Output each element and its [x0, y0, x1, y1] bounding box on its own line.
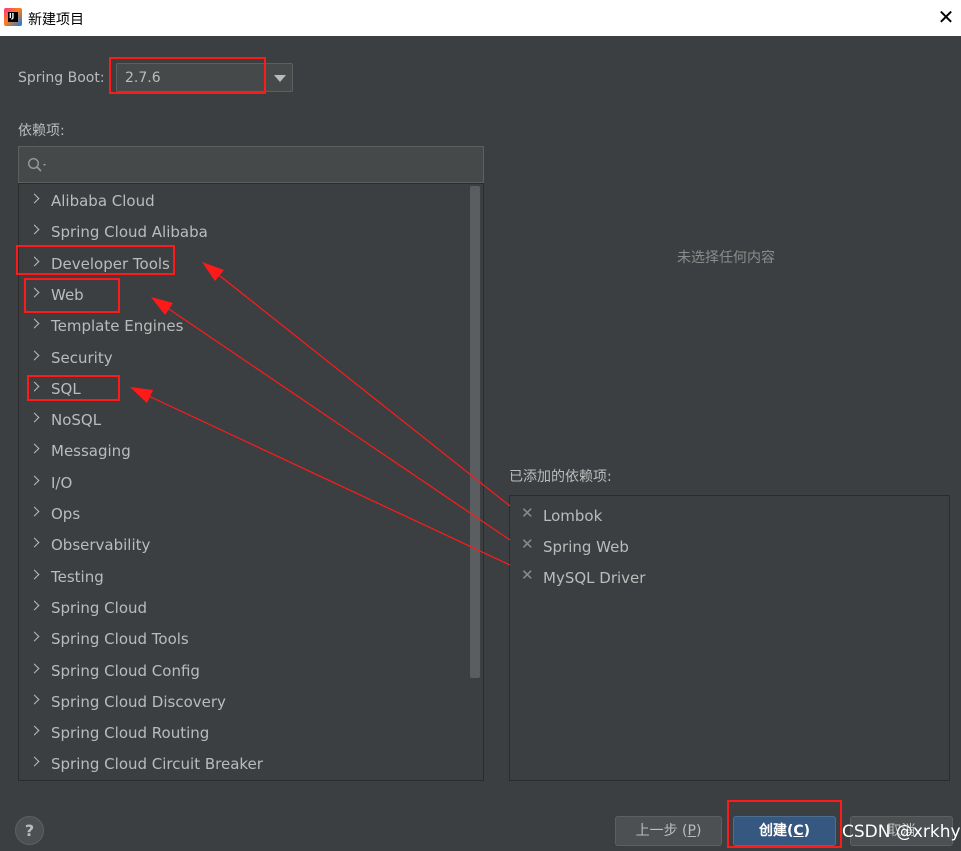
chevron-right-icon[interactable]: [29, 537, 40, 548]
chevron-right-icon[interactable]: [29, 631, 40, 642]
chevron-right-icon[interactable]: [29, 412, 40, 423]
window-title: 新建项目: [28, 12, 84, 28]
tree-category-item[interactable]: Spring Cloud Config: [19, 655, 469, 686]
tree-category-label: Spring Cloud Discovery: [51, 692, 226, 711]
tree-category-label: Spring Cloud Config: [51, 661, 200, 680]
chevron-right-icon[interactable]: [29, 443, 40, 454]
chevron-right-icon[interactable]: [29, 287, 40, 298]
tree-category-label: Alibaba Cloud: [51, 192, 155, 210]
previous-button[interactable]: 上一步 (P): [615, 816, 722, 846]
chevron-right-icon[interactable]: [29, 506, 40, 517]
added-dependency-item: ✕ MySQL Driver: [510, 561, 940, 592]
create-button[interactable]: 创建(C): [733, 816, 836, 846]
dropdown-arrow-icon[interactable]: [265, 64, 292, 91]
chevron-right-icon[interactable]: [29, 318, 40, 329]
added-dependencies-label: 已添加的依赖项:: [509, 469, 612, 485]
title-bar: IJ 新建项目 ✕: [0, 0, 961, 36]
tree-category-item[interactable]: Spring Cloud Circuit Breaker: [19, 748, 469, 779]
tree-category-label: Observability: [51, 536, 151, 555]
tree-category-item[interactable]: Observability: [19, 529, 469, 560]
chevron-right-icon[interactable]: [29, 600, 40, 611]
chevron-right-icon[interactable]: [29, 350, 40, 360]
chevron-right-icon[interactable]: [29, 569, 40, 580]
tree-scrollbar[interactable]: [470, 184, 482, 780]
spring-boot-version-value: 2.7.6: [125, 70, 161, 86]
spring-boot-label: Spring Boot:: [18, 70, 105, 86]
close-icon[interactable]: ✕: [931, 0, 961, 36]
tree-category-label: Ops: [51, 505, 81, 523]
tree-category-item[interactable]: Developer Tools: [19, 248, 469, 279]
tree-category-item[interactable]: Spring Cloud: [19, 592, 469, 623]
tree-category-label: Security: [51, 348, 113, 367]
chevron-right-icon[interactable]: [29, 756, 40, 767]
tree-category-item[interactable]: Spring Cloud Tools: [19, 623, 469, 654]
tree-category-label: NoSQL: [51, 411, 102, 430]
chevron-right-icon[interactable]: [29, 663, 40, 673]
chevron-right-icon[interactable]: [29, 193, 40, 204]
tree-category-label: Spring Cloud Tools: [51, 630, 189, 649]
remove-dependency-icon[interactable]: ✕: [521, 566, 534, 584]
intellij-idea-icon: IJ: [4, 8, 22, 26]
tree-category-label: Spring Cloud Circuit Breaker: [51, 755, 263, 774]
tree-category-item[interactable]: Spring Cloud Routing: [19, 717, 469, 748]
tree-category-label: Spring Cloud Alibaba: [51, 223, 208, 242]
added-dependency-label: MySQL Driver: [543, 569, 646, 587]
tree-category-item[interactable]: Messaging: [19, 435, 469, 466]
added-dependencies-list: ✕ Lombok ✕ Spring Web ✕ MySQL Driver: [509, 495, 950, 781]
added-dependency-item: ✕ Spring Web: [510, 530, 940, 561]
chevron-right-icon[interactable]: [29, 475, 40, 486]
added-dependency-item: ✕ Lombok: [510, 499, 940, 530]
tree-category-label: Messaging: [51, 442, 131, 461]
dependency-category-tree[interactable]: Alibaba Cloud Spring Cloud Alibaba Develop…: [18, 183, 484, 781]
tree-category-item[interactable]: SQL: [19, 373, 469, 404]
chevron-right-icon[interactable]: [29, 694, 40, 705]
search-icon: [27, 157, 46, 172]
remove-dependency-icon[interactable]: ✕: [521, 535, 534, 553]
chevron-right-icon[interactable]: [29, 381, 40, 392]
chevron-right-icon[interactable]: [29, 725, 40, 736]
tree-category-item[interactable]: Template Engines: [19, 310, 469, 341]
tree-category-label: Developer Tools: [51, 254, 170, 273]
tree-category-label: I/O: [51, 473, 73, 492]
help-button[interactable]: ?: [15, 816, 44, 845]
tree-category-label: Spring Cloud Routing: [51, 724, 210, 743]
tree-category-label: SQL: [51, 379, 81, 398]
added-dependency-label: Spring Web: [543, 538, 629, 556]
tree-category-item[interactable]: Ops: [19, 498, 469, 529]
tree-category-item[interactable]: NoSQL: [19, 404, 469, 435]
tree-category-item[interactable]: Testing: [19, 561, 469, 592]
tree-category-item[interactable]: Security: [19, 342, 469, 373]
tree-category-item[interactable]: Alibaba Cloud: [19, 185, 469, 216]
dependencies-label: 依赖项:: [18, 123, 65, 139]
tree-category-item[interactable]: I/O: [19, 467, 469, 498]
tree-category-label: Web: [51, 285, 84, 304]
tree-category-item[interactable]: Spring Cloud Discovery: [19, 686, 469, 717]
chevron-right-icon[interactable]: [29, 224, 40, 235]
tree-category-label: Spring Cloud: [51, 598, 148, 617]
tree-category-label: Testing: [51, 567, 104, 586]
tree-category-label: Template Engines: [51, 317, 184, 336]
spring-boot-version-select[interactable]: 2.7.6: [116, 63, 293, 92]
watermark-text: CSDN @xrkhy: [842, 822, 961, 842]
chevron-right-icon[interactable]: [29, 256, 40, 267]
tree-scrollbar-thumb[interactable]: [470, 186, 480, 678]
remove-dependency-icon[interactable]: ✕: [521, 504, 534, 522]
tree-category-item[interactable]: Spring Cloud Alibaba: [19, 216, 469, 247]
no-selection-message: 未选择任何内容: [677, 250, 775, 266]
dependency-search-input[interactable]: [18, 146, 484, 183]
tree-category-item[interactable]: Web: [19, 279, 469, 310]
added-dependency-label: Lombok: [543, 507, 603, 525]
